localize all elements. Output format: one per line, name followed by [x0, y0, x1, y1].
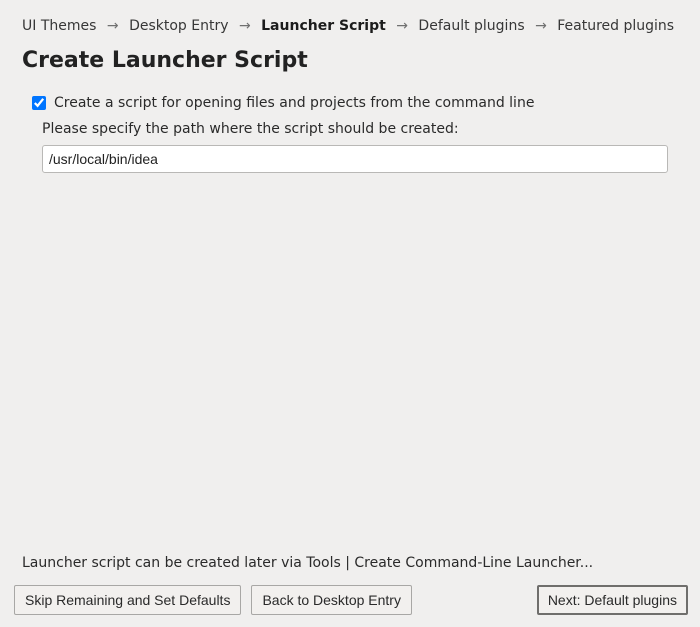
next-button[interactable]: Next: Default plugins	[537, 585, 688, 615]
breadcrumb: UI Themes → Desktop Entry → Launcher Scr…	[12, 18, 688, 34]
create-script-checkbox-label: Create a script for opening files and pr…	[54, 95, 534, 111]
create-script-checkbox[interactable]	[32, 96, 46, 110]
breadcrumb-item-launcher-script[interactable]: Launcher Script	[261, 18, 386, 34]
chevron-right-icon: →	[535, 18, 547, 34]
wizard-page: UI Themes → Desktop Entry → Launcher Scr…	[0, 0, 700, 627]
skip-remaining-button[interactable]: Skip Remaining and Set Defaults	[14, 585, 241, 615]
script-path-input[interactable]	[42, 145, 668, 173]
form-area: Create a script for opening files and pr…	[12, 95, 688, 173]
breadcrumb-item-desktop-entry[interactable]: Desktop Entry	[129, 18, 228, 34]
back-button[interactable]: Back to Desktop Entry	[251, 585, 412, 615]
chevron-right-icon: →	[396, 18, 408, 34]
button-bar: Skip Remaining and Set Defaults Back to …	[12, 585, 688, 617]
path-hint: Please specify the path where the script…	[42, 121, 668, 137]
page-title: Create Launcher Script	[22, 48, 688, 73]
chevron-right-icon: →	[107, 18, 119, 34]
spacer	[422, 585, 527, 615]
spacer	[12, 173, 688, 555]
chevron-right-icon: →	[239, 18, 251, 34]
create-script-checkbox-row[interactable]: Create a script for opening files and pr…	[32, 95, 668, 111]
breadcrumb-item-featured-plugins[interactable]: Featured plugins	[557, 18, 674, 34]
breadcrumb-item-default-plugins[interactable]: Default plugins	[418, 18, 524, 34]
breadcrumb-item-ui-themes[interactable]: UI Themes	[22, 18, 96, 34]
footer-note: Launcher script can be created later via…	[22, 555, 688, 571]
